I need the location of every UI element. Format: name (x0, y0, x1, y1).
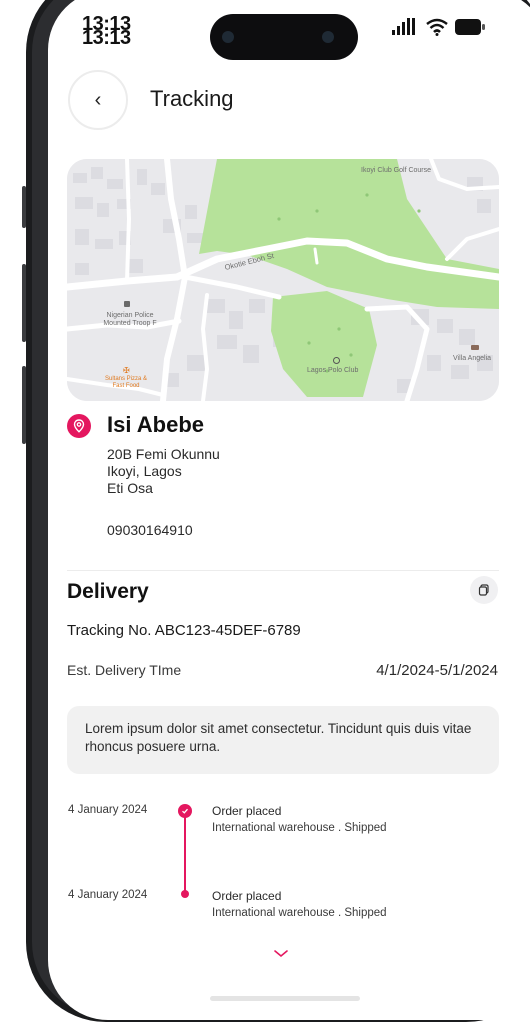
wifi-icon (426, 18, 448, 36)
sensor-icon (322, 31, 334, 43)
delivery-note: Lorem ipsum dolor sit amet consectetur. … (67, 706, 499, 774)
tracking-number: Tracking No. ABC123-45DEF-6789 (67, 622, 301, 639)
polo-icon (333, 357, 340, 364)
delivery-title: Delivery (67, 580, 149, 603)
address-line-1: 20B Femi Okunnu (107, 446, 220, 462)
header: ‹ Tracking (68, 70, 528, 134)
volume-up-button (22, 264, 26, 342)
address-line-2: Ikoyi, Lagos (107, 463, 182, 479)
back-button[interactable]: ‹ (68, 70, 128, 130)
recipient-phone: 09030164910 (107, 522, 193, 538)
status-bar: 13:13 13:13 (48, 13, 530, 60)
timeline-title-1: Order placed (212, 804, 282, 818)
chevron-left-icon: ‹ (94, 88, 102, 111)
timeline-check-icon (178, 804, 192, 818)
copy-icon (478, 584, 489, 596)
status-time: 13:13 13:13 (82, 13, 131, 49)
signal-icon (392, 18, 415, 35)
home-indicator (210, 996, 360, 1001)
timeline-title-2: Order placed (212, 889, 282, 903)
battery-icon (455, 19, 485, 35)
map-label-golf: Ikoyi Club Golf Course (361, 167, 432, 174)
map-label-police: Nigerian Police Mounted Troop F (103, 312, 157, 327)
location-pin-icon (67, 414, 91, 438)
map-graphic (67, 159, 499, 401)
camera-icon (222, 31, 234, 43)
timeline-sub-2: International warehouse . Shipped (212, 907, 387, 919)
map-label-villa: Villa Angelia (453, 355, 492, 362)
timeline-date-1: 4 January 2024 (68, 804, 148, 816)
recipient-name: Isi Abebe (107, 412, 204, 437)
timeline-connector (184, 816, 186, 894)
dynamic-island (210, 14, 358, 60)
restaurant-icon: ✠ (123, 366, 130, 375)
est-delivery-value: 4/1/2024-5/1/2024 (376, 662, 498, 679)
phone-screen: 13:13 13:13 ‹ Tracking Ikoyi Club Golf C… (48, 0, 530, 1020)
page-title: Tracking (150, 86, 234, 111)
map-label-polo: Lagos Polo Club (307, 367, 359, 374)
hotel-icon (471, 345, 479, 350)
copy-button[interactable] (470, 576, 498, 604)
mute-switch (22, 186, 26, 228)
volume-down-button (22, 366, 26, 444)
map-view[interactable]: Ikoyi Club Golf Course Okotie Eboh St Ni… (67, 159, 499, 401)
expand-timeline-button[interactable] (272, 946, 290, 964)
section-divider (67, 570, 499, 571)
police-icon (124, 301, 130, 307)
est-delivery-label: Est. Delivery TIme (67, 662, 182, 678)
address-line-3: Eti Osa (107, 480, 153, 496)
timeline-dot-icon (181, 890, 189, 898)
map-label-pizza: Sultans Pizza & Fast Food (104, 376, 148, 389)
status-icons (392, 18, 486, 36)
chevron-down-icon (274, 950, 288, 958)
address-lines: 20B Femi Okunnu Ikoyi, Lagos Eti Osa (107, 446, 220, 497)
timeline-sub-1: International warehouse . Shipped (212, 822, 387, 834)
timeline-date-2: 4 January 2024 (68, 889, 148, 901)
